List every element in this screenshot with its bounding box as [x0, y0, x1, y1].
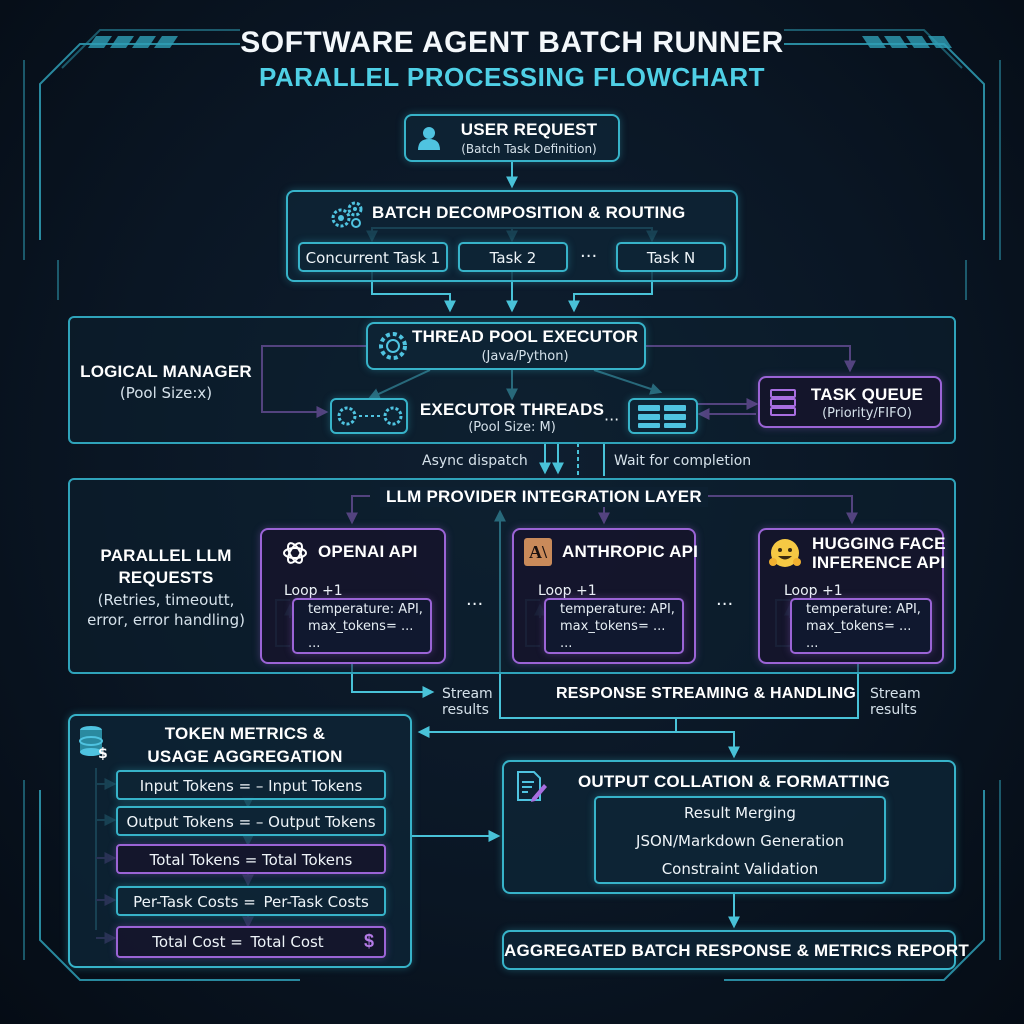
anthropic-provider-node: A\ ANTHROPIC API Loop +1 temperature: AP…	[512, 528, 699, 664]
queue-list-icon	[770, 389, 796, 416]
task-queue-title: TASK QUEUE	[810, 385, 924, 404]
executor-threads-left-icon-box	[330, 398, 408, 434]
task-queue-sub: (Priority/FIFO)	[822, 406, 912, 421]
user-request-title: USER REQUEST	[460, 120, 598, 139]
parallel-llm-title: PARALLEL LLM REQUESTS	[100, 546, 232, 587]
executor-threads-right-icon-box	[628, 398, 698, 434]
svg-text:$: $	[98, 746, 108, 760]
task-queue-node: TASK QUEUE (Priority/FIFO)	[758, 376, 942, 428]
document-edit-icon	[517, 771, 547, 802]
executor-title: THREAD POOL EXECUTOR	[412, 327, 639, 346]
task-1-chip: Concurrent Task 1	[298, 242, 448, 272]
server-grid-icon	[638, 405, 686, 428]
page-title: SOFTWARE AGENT BATCH RUNNER	[240, 26, 784, 59]
gear-icon	[379, 332, 407, 360]
task-1-label: Concurrent Task 1	[305, 249, 441, 267]
metric-row-input: Input Tokens = – Input Tokens	[116, 770, 386, 800]
user-icon	[418, 127, 440, 150]
task-n-chip: Task N	[616, 242, 726, 272]
hugging-face-params-box: temperature: API, max_tokens= ... ...	[790, 598, 932, 654]
anthropic-params-box: temperature: API, max_tokens= ... ...	[544, 598, 684, 654]
openai-loop: Loop +1	[284, 583, 343, 599]
logical-manager-pool: (Pool Size:x)	[119, 384, 213, 402]
metric-row-per-task: Per-Task Costs = Per-Task Costs	[116, 886, 386, 916]
hugging-face-title: HUGGING FACE INFERENCE API	[812, 534, 946, 572]
output-collation-title: OUTPUT COLLATION & FORMATTING	[577, 772, 891, 791]
openai-params: temperature: API, max_tokens= ... ...	[308, 602, 423, 651]
async-dispatch-label: Async dispatch	[422, 453, 528, 469]
metric-total-cost: Total Cost = Total Cost	[152, 933, 324, 951]
anthropic-icon: A\	[524, 538, 552, 566]
anthropic-params: temperature: API, max_tokens= ... ...	[560, 602, 675, 651]
stream-results-right: Stream results	[870, 686, 921, 718]
executor-sub: (Java/Python)	[481, 349, 569, 364]
token-metrics-title: TOKEN METRICS & USAGE AGGREGATION	[147, 724, 343, 766]
metric-row-output: Output Tokens = – Output Tokens	[116, 806, 386, 836]
flowchart-canvas: SOFTWARE AGENT BATCH RUNNER PARALLEL PRO…	[0, 0, 1024, 1024]
logical-manager-label: LOGICAL MANAGER	[80, 362, 252, 381]
executor-threads-sub: (Pool Size: M)	[468, 420, 556, 435]
parallel-llm-sub: (Retries, timeoutt, error, error handlin…	[87, 591, 245, 629]
metric-input-tokens: Input Tokens = – Input Tokens	[139, 777, 363, 795]
anthropic-title: ANTHROPIC API	[562, 542, 699, 561]
final-report-node: AGGREGATED BATCH RESPONSE & METRICS REPO…	[502, 930, 969, 970]
metric-total-tokens: Total Tokens = Total Tokens	[149, 851, 353, 869]
hugging-face-provider-node: HUGGING FACE INFERENCE API Loop +1 tempe…	[758, 528, 946, 664]
llm-layer-title: LLM PROVIDER INTEGRATION LAYER	[380, 487, 708, 507]
wait-for-completion-label: Wait for completion	[614, 453, 752, 469]
task-2-chip: Task 2	[458, 242, 568, 272]
database-dollar-icon: $	[79, 726, 108, 760]
metric-row-total-tokens: Total Tokens = Total Tokens	[116, 844, 386, 874]
output-result-merging: Result Merging	[684, 804, 796, 822]
metric-per-task-costs: Per-Task Costs = Per-Task Costs	[133, 893, 369, 911]
hugging-face-params: temperature: API, max_tokens= ... ...	[806, 602, 921, 651]
openai-icon	[283, 542, 307, 564]
dollar-icon: $	[364, 931, 375, 951]
openai-title: OPENAI API	[318, 542, 418, 561]
openai-params-box: temperature: API, max_tokens= ... ...	[292, 598, 432, 654]
task-2-label: Task 2	[489, 249, 537, 267]
executor-threads-title: EXECUTOR THREADS	[419, 400, 605, 419]
output-items-box: Result Merging JSON/Markdown Generation …	[594, 796, 886, 884]
openai-provider-node: OPENAI API Loop +1 temperature: API, max…	[260, 528, 446, 664]
threads-ellipsis: ···	[604, 410, 620, 429]
batch-title: BATCH DECOMPOSITION & ROUTING	[372, 203, 686, 222]
hugging-face-icon	[769, 539, 801, 567]
output-constraint-validation: Constraint Validation	[661, 860, 819, 878]
metric-output-tokens: Output Tokens = – Output Tokens	[126, 813, 376, 831]
response-streaming-title: RESPONSE STREAMING & HANDLING	[556, 685, 857, 702]
task-ellipsis: ···	[580, 246, 598, 267]
user-request-node: USER REQUEST (Batch Task Definition)	[404, 114, 620, 162]
thread-pool-executor-node: THREAD POOL EXECUTOR (Java/Python)	[366, 322, 646, 370]
provider-ellipsis-2: ···	[716, 594, 734, 615]
metric-row-total-cost: Total Cost = Total Cost $	[116, 926, 386, 958]
anthropic-loop: Loop +1	[538, 583, 597, 599]
task-n-label: Task N	[646, 249, 696, 267]
output-json-generation: JSON/Markdown Generation	[636, 832, 844, 850]
hugging-face-loop: Loop +1	[784, 583, 843, 599]
user-request-sub: (Batch Task Definition)	[461, 142, 597, 156]
final-report-title: AGGREGATED BATCH RESPONSE & METRICS REPO…	[504, 941, 969, 960]
page-subtitle: PARALLEL PROCESSING FLOWCHART	[258, 62, 766, 92]
stream-results-left: Stream results	[442, 686, 493, 718]
gears-icon	[331, 201, 363, 228]
thread-gears-icon	[337, 406, 403, 426]
provider-ellipsis-1: ···	[466, 594, 484, 615]
